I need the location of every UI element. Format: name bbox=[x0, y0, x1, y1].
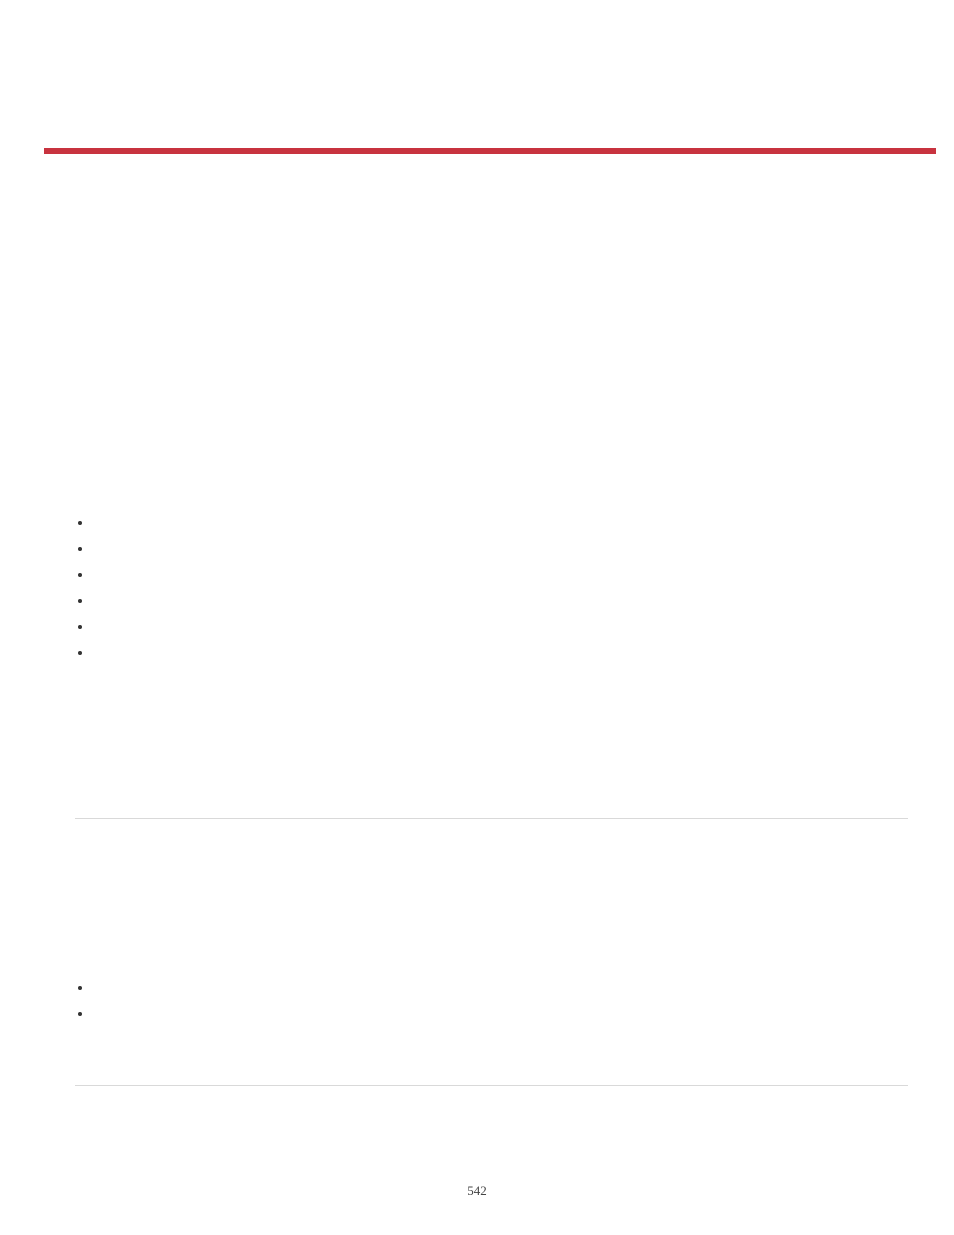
list-item bbox=[75, 588, 908, 614]
list-item bbox=[75, 562, 908, 588]
page-number: 542 bbox=[0, 1183, 954, 1199]
section-divider bbox=[75, 1085, 908, 1086]
list-item bbox=[75, 975, 908, 1001]
list-item bbox=[75, 640, 908, 666]
bullet-list-primary bbox=[75, 510, 908, 666]
list-item bbox=[75, 614, 908, 640]
page-content bbox=[75, 510, 908, 1086]
list-item bbox=[75, 1001, 908, 1027]
list-item bbox=[75, 536, 908, 562]
section-divider bbox=[75, 818, 908, 819]
list-item bbox=[75, 510, 908, 536]
bullet-list-secondary bbox=[75, 975, 908, 1027]
document-page: 542 bbox=[0, 0, 954, 1235]
top-red-rule bbox=[44, 148, 936, 154]
